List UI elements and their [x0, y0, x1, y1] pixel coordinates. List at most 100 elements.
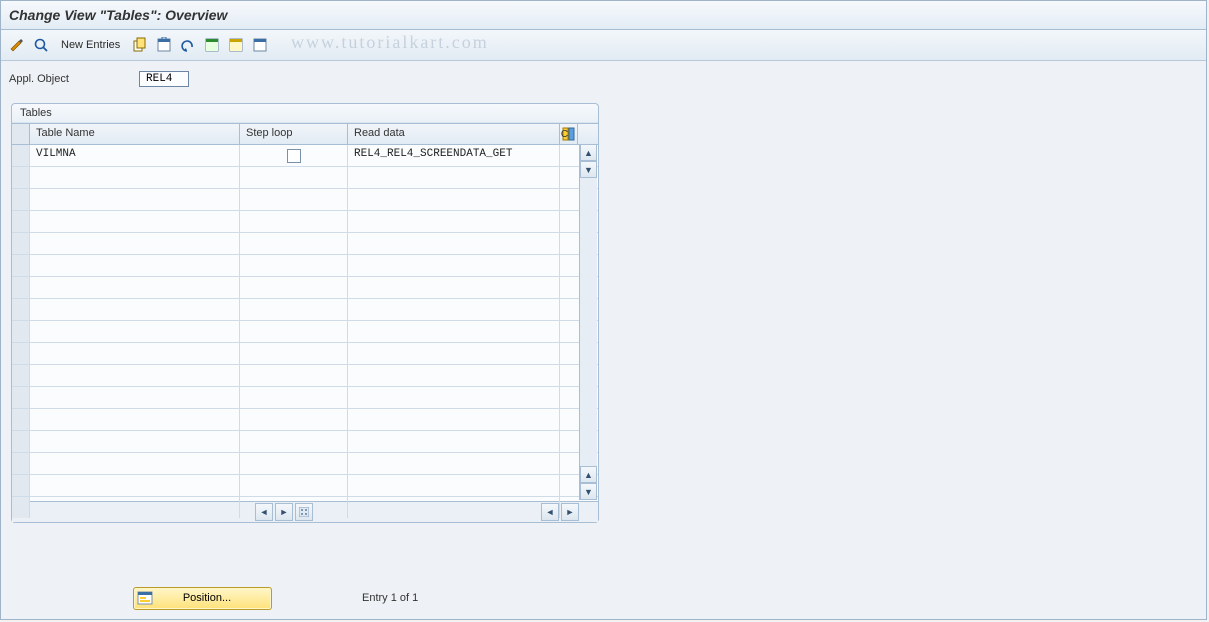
col-configure[interactable]: C — [560, 124, 578, 144]
cell-table-name[interactable] — [30, 321, 240, 342]
step-loop-checkbox[interactable] — [287, 149, 301, 163]
row-selector[interactable] — [12, 145, 30, 166]
cell-table-name[interactable] — [30, 277, 240, 298]
undo-icon[interactable] — [178, 35, 198, 55]
row-selector[interactable] — [12, 189, 30, 210]
hscroll-config-icon[interactable] — [295, 503, 313, 521]
cell-step-loop[interactable] — [240, 233, 348, 254]
cell-read-data[interactable] — [348, 299, 560, 320]
hscroll-left2-icon[interactable]: ◄ — [541, 503, 559, 521]
col-table-name[interactable]: Table Name — [30, 124, 240, 144]
cell-read-data[interactable] — [348, 453, 560, 474]
cell-step-loop[interactable] — [240, 387, 348, 408]
details-icon[interactable] — [31, 35, 51, 55]
new-entries-button[interactable]: New Entries — [55, 39, 126, 51]
cell-read-data[interactable] — [348, 409, 560, 430]
select-all-column[interactable] — [12, 124, 30, 144]
cell-step-loop[interactable] — [240, 453, 348, 474]
table-row[interactable] — [12, 167, 598, 189]
deselect-all-icon[interactable] — [250, 35, 270, 55]
table-row[interactable] — [12, 321, 598, 343]
cell-read-data[interactable] — [348, 343, 560, 364]
cell-step-loop[interactable] — [240, 189, 348, 210]
cell-table-name[interactable] — [30, 211, 240, 232]
cell-step-loop[interactable] — [240, 299, 348, 320]
select-block-icon[interactable] — [226, 35, 246, 55]
cell-read-data[interactable] — [348, 497, 560, 518]
cell-step-loop[interactable] — [240, 167, 348, 188]
cell-step-loop[interactable] — [240, 321, 348, 342]
cell-table-name[interactable] — [30, 453, 240, 474]
table-row[interactable] — [12, 409, 598, 431]
table-row[interactable] — [12, 475, 598, 497]
cell-read-data[interactable] — [348, 167, 560, 188]
table-row[interactable] — [12, 233, 598, 255]
row-selector[interactable] — [12, 343, 30, 364]
table-row[interactable] — [12, 255, 598, 277]
cell-read-data[interactable] — [348, 211, 560, 232]
cell-table-name[interactable] — [30, 299, 240, 320]
cell-read-data[interactable] — [348, 387, 560, 408]
cell-step-loop[interactable] — [240, 431, 348, 452]
cell-table-name[interactable] — [30, 409, 240, 430]
cell-step-loop[interactable] — [240, 343, 348, 364]
table-row[interactable]: VILMNAREL4_REL4_SCREENDATA_GET — [12, 145, 598, 167]
table-row[interactable] — [12, 277, 598, 299]
cell-step-loop[interactable] — [240, 145, 348, 166]
cell-read-data[interactable] — [348, 365, 560, 386]
cell-table-name[interactable] — [30, 387, 240, 408]
hscroll-right2-icon[interactable]: ► — [561, 503, 579, 521]
row-selector[interactable] — [12, 299, 30, 320]
row-selector[interactable] — [12, 211, 30, 232]
row-selector[interactable] — [12, 255, 30, 276]
scroll-up-step-icon[interactable]: ▲ — [580, 466, 597, 483]
hscroll-left-icon[interactable]: ◄ — [255, 503, 273, 521]
row-selector[interactable] — [12, 431, 30, 452]
vertical-scrollbar[interactable]: ▲ ▼ ▲ ▼ — [579, 144, 597, 500]
row-selector[interactable] — [12, 233, 30, 254]
delete-icon[interactable] — [154, 35, 174, 55]
scroll-down-step-icon[interactable]: ▼ — [580, 161, 597, 178]
cell-table-name[interactable] — [30, 255, 240, 276]
cell-table-name[interactable] — [30, 233, 240, 254]
col-step-loop[interactable]: Step loop — [240, 124, 348, 144]
row-selector[interactable] — [12, 277, 30, 298]
cell-table-name[interactable] — [30, 431, 240, 452]
row-selector[interactable] — [12, 167, 30, 188]
table-row[interactable] — [12, 431, 598, 453]
cell-read-data[interactable] — [348, 321, 560, 342]
cell-read-data[interactable] — [348, 233, 560, 254]
col-read-data[interactable]: Read data — [348, 124, 560, 144]
cell-table-name[interactable] — [30, 167, 240, 188]
row-selector[interactable] — [12, 497, 30, 518]
row-selector[interactable] — [12, 365, 30, 386]
cell-read-data[interactable] — [348, 255, 560, 276]
toggle-display-change-icon[interactable] — [7, 35, 27, 55]
copy-icon[interactable] — [130, 35, 150, 55]
cell-step-loop[interactable] — [240, 255, 348, 276]
row-selector[interactable] — [12, 453, 30, 474]
cell-read-data[interactable] — [348, 189, 560, 210]
table-row[interactable] — [12, 453, 598, 475]
cell-table-name[interactable] — [30, 497, 240, 518]
cell-step-loop[interactable] — [240, 211, 348, 232]
table-row[interactable] — [12, 387, 598, 409]
table-row[interactable] — [12, 211, 598, 233]
cell-table-name[interactable] — [30, 343, 240, 364]
hscroll-right-icon[interactable]: ► — [275, 503, 293, 521]
scroll-down-icon[interactable]: ▼ — [580, 483, 597, 500]
cell-table-name[interactable]: VILMNA — [30, 145, 240, 166]
position-button[interactable]: Position... — [133, 587, 272, 610]
cell-read-data[interactable] — [348, 475, 560, 496]
cell-step-loop[interactable] — [240, 277, 348, 298]
cell-read-data[interactable] — [348, 277, 560, 298]
cell-table-name[interactable] — [30, 365, 240, 386]
row-selector[interactable] — [12, 321, 30, 342]
select-all-icon[interactable] — [202, 35, 222, 55]
table-row[interactable] — [12, 343, 598, 365]
row-selector[interactable] — [12, 475, 30, 496]
cell-table-name[interactable] — [30, 189, 240, 210]
cell-read-data[interactable] — [348, 431, 560, 452]
cell-step-loop[interactable] — [240, 409, 348, 430]
table-row[interactable] — [12, 365, 598, 387]
